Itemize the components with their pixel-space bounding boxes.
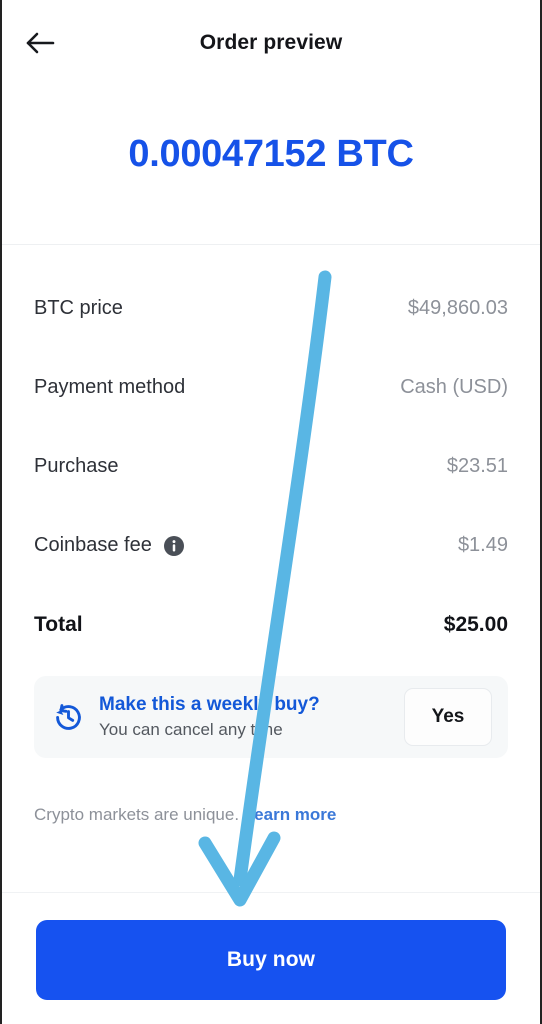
table-row-total: Total $25.00 [34,585,508,664]
disclaimer-text: Crypto markets are unique. [34,805,240,824]
table-row: Purchase $23.51 [34,427,508,506]
row-label: Purchase [34,455,119,477]
row-label-group: Coinbase fee [34,534,185,557]
row-label: Payment method [34,376,186,398]
order-details-list: BTC price $49,860.03 Payment method Cash… [2,245,540,664]
table-row: Coinbase fee $1.49 [34,506,508,585]
arrow-left-icon [22,28,58,58]
header: Order preview [2,0,540,86]
clock-history-icon [52,701,85,734]
recurring-buy-card[interactable]: Make this a weekly buy? You can cancel a… [34,676,508,758]
recurring-buy-title: Make this a weekly buy? [99,694,320,716]
table-row: Payment method Cash (USD) [34,348,508,427]
total-label: Total [34,612,83,636]
disclaimer: Crypto markets are unique. Learn more [34,804,508,826]
amount-section: 0.00047152 BTC [2,86,540,244]
page-title: Order preview [199,31,343,54]
buy-now-button[interactable]: Buy now [36,920,506,1000]
crypto-amount: 0.00047152 BTC [128,132,414,175]
row-value: $23.51 [446,455,508,477]
info-icon[interactable] [163,535,185,557]
row-value: Cash (USD) [400,376,508,398]
row-value: $1.49 [457,534,508,556]
footer-divider [2,892,540,893]
recurring-buy-yes-button[interactable]: Yes [404,688,492,746]
order-preview-screen: Order preview 0.00047152 BTC BTC price $… [0,0,542,1024]
table-row: BTC price $49,860.03 [34,269,508,348]
back-button[interactable] [22,21,78,65]
learn-more-link[interactable]: Learn more [244,805,337,824]
row-label: BTC price [34,297,123,319]
cta-container: Buy now [2,920,540,1000]
recurring-buy-subtitle: You can cancel any time [99,719,283,739]
recurring-buy-text: Make this a weekly buy? You can cancel a… [99,693,390,741]
row-value: $49,860.03 [407,297,508,319]
total-value: $25.00 [443,612,508,636]
row-label: Coinbase fee [34,534,152,556]
